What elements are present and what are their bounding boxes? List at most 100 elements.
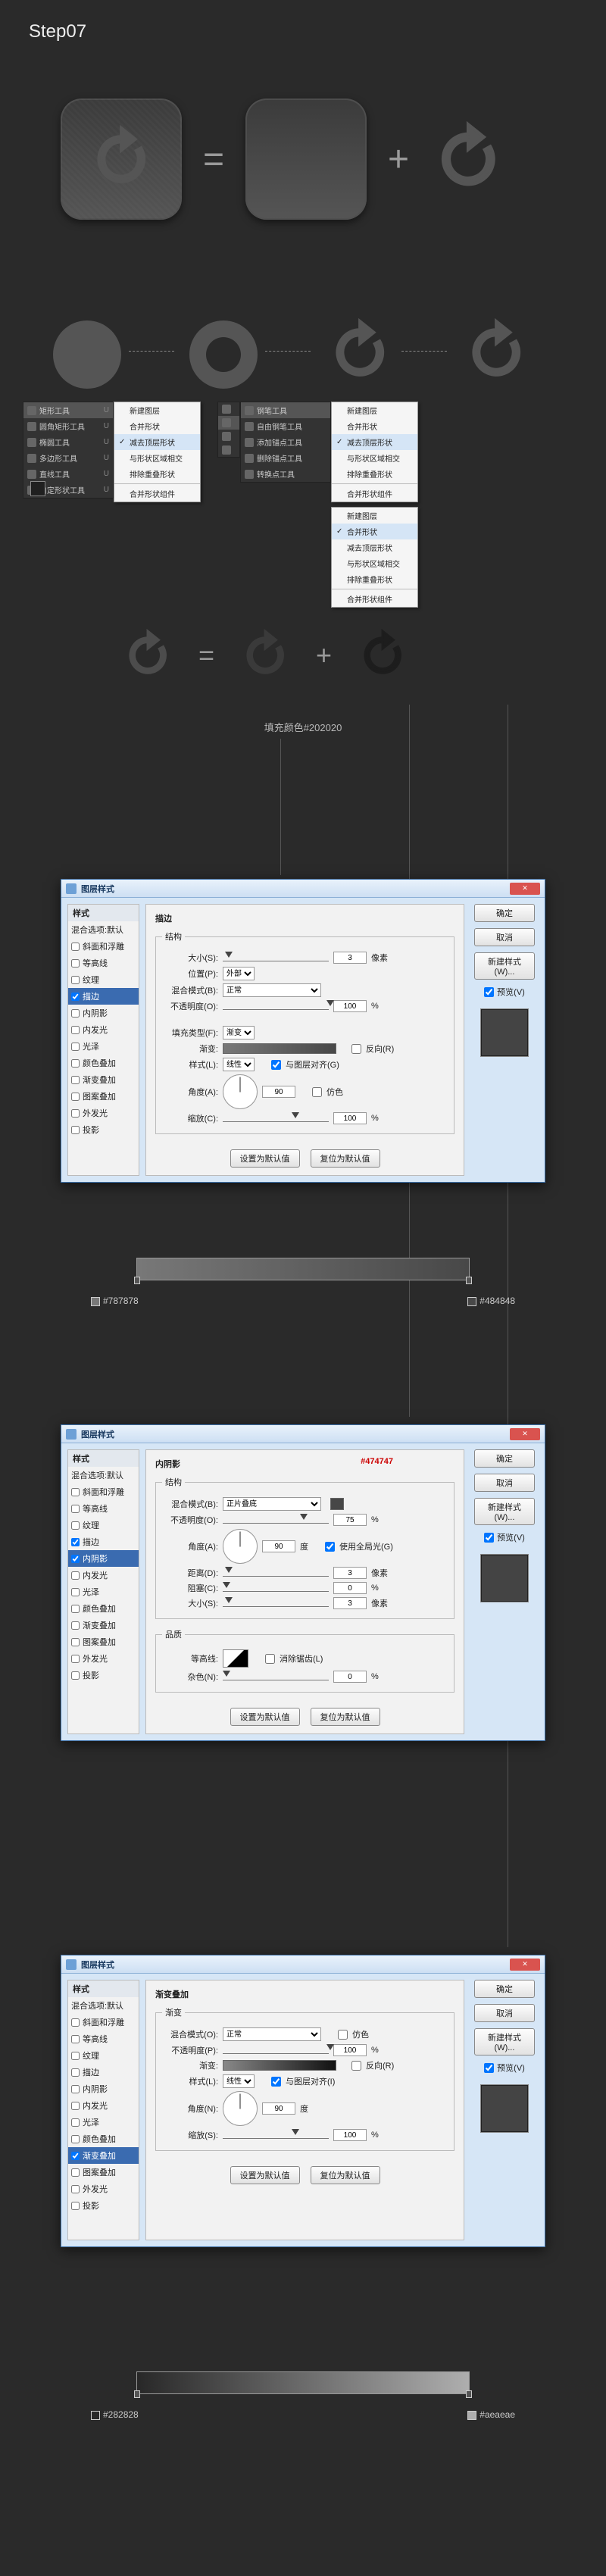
checkbox[interactable] <box>71 2135 80 2143</box>
menu-row[interactable]: 排除重叠形状 <box>332 466 417 482</box>
checkbox[interactable] <box>71 1588 80 1596</box>
style-item[interactable]: 混合选项:默认 <box>68 1467 139 1483</box>
checkbox[interactable] <box>71 1488 80 1496</box>
style-item[interactable]: 外发光 <box>68 2181 139 2197</box>
angle-dial[interactable] <box>223 1529 258 1564</box>
style-item[interactable]: 投影 <box>68 1121 139 1138</box>
style-item[interactable]: 颜色叠加 <box>68 1055 139 1071</box>
grad-style-select[interactable]: 线性 <box>223 2074 255 2088</box>
global-light-checkbox[interactable] <box>325 1542 335 1552</box>
checkbox[interactable] <box>71 1671 80 1680</box>
checkbox[interactable] <box>71 1009 80 1018</box>
cancel-button[interactable]: 取消 <box>474 928 535 946</box>
fill-type-select[interactable]: 渐变 <box>223 1026 255 1039</box>
checkbox[interactable] <box>71 1621 80 1630</box>
blend-select[interactable]: 正常 <box>223 983 321 997</box>
style-item[interactable]: 内阴影 <box>68 1550 139 1567</box>
style-item[interactable]: 内阴影 <box>68 2080 139 2097</box>
style-item[interactable]: 内阴影 <box>68 1005 139 1021</box>
checkbox[interactable] <box>71 1126 80 1134</box>
checkbox[interactable] <box>71 1538 80 1546</box>
style-item[interactable]: 等高线 <box>68 1500 139 1517</box>
size-slider[interactable] <box>223 954 329 961</box>
close-button[interactable]: ✕ <box>510 883 540 895</box>
opacity-slider[interactable] <box>223 1002 329 1010</box>
reset-default-button[interactable]: 复位为默认值 <box>311 1708 380 1726</box>
style-item[interactable]: 内发光 <box>68 2097 139 2114</box>
opacity-input[interactable] <box>333 1514 367 1526</box>
style-item[interactable]: 纹理 <box>68 1517 139 1533</box>
style-item[interactable]: 内发光 <box>68 1021 139 1038</box>
menu-row[interactable]: 合并形状组件 <box>332 486 417 502</box>
opacity-slider[interactable] <box>223 2046 329 2054</box>
style-item[interactable]: 纹理 <box>68 2047 139 2064</box>
shadow-color-swatch[interactable] <box>330 1498 344 1510</box>
new-style-button[interactable]: 新建样式(W)... <box>474 1498 535 1525</box>
tool-row[interactable]: 圆角矩形工具U <box>23 418 113 434</box>
style-item[interactable]: 图案叠加 <box>68 2164 139 2181</box>
style-item[interactable]: 投影 <box>68 2197 139 2214</box>
tool-row[interactable]: 直线工具U <box>23 466 113 482</box>
checkbox[interactable] <box>71 959 80 968</box>
style-item[interactable]: 纹理 <box>68 971 139 988</box>
blend-select[interactable]: 正片叠底 <box>223 1497 321 1511</box>
grad-style-select[interactable]: 线性 <box>223 1058 255 1071</box>
style-item[interactable]: 颜色叠加 <box>68 2131 139 2147</box>
angle-input[interactable] <box>262 1540 295 1552</box>
style-item[interactable]: 描边 <box>68 1533 139 1550</box>
titlebar[interactable]: 图层样式 ✕ <box>61 1425 545 1443</box>
angle-input[interactable] <box>262 2102 295 2115</box>
size-input[interactable] <box>333 952 367 964</box>
preview-checkbox[interactable] <box>484 1533 494 1543</box>
checkbox[interactable] <box>71 2152 80 2160</box>
checkbox[interactable] <box>71 1076 80 1084</box>
opacity-input[interactable] <box>333 1000 367 1012</box>
menu-row[interactable]: 合并形状 <box>114 418 200 434</box>
blend-select[interactable]: 正常 <box>223 2027 321 2041</box>
checkbox[interactable] <box>71 1109 80 1118</box>
ok-button[interactable]: 确定 <box>474 1449 535 1468</box>
tool-row[interactable]: 删除锚点工具 <box>241 450 330 466</box>
checkbox[interactable] <box>71 1521 80 1530</box>
style-item[interactable]: 描边 <box>68 2064 139 2080</box>
tool-icon[interactable] <box>218 402 239 416</box>
tool-row[interactable]: 自由钢笔工具 <box>241 418 330 434</box>
style-item[interactable]: 等高线 <box>68 955 139 971</box>
style-item[interactable]: 颜色叠加 <box>68 1600 139 1617</box>
checkbox[interactable] <box>71 1059 80 1068</box>
tool-row[interactable]: 多边形工具U <box>23 450 113 466</box>
scale-slider[interactable] <box>223 2131 329 2139</box>
align-checkbox[interactable] <box>271 2077 281 2087</box>
titlebar[interactable]: 图层样式 ✕ <box>61 880 545 898</box>
checkbox[interactable] <box>71 2052 80 2060</box>
menu-row[interactable]: 合并形状组件 <box>332 591 417 607</box>
distance-input[interactable] <box>333 1567 367 1579</box>
set-default-button[interactable]: 设置为默认值 <box>230 2166 300 2184</box>
style-item[interactable]: 光泽 <box>68 1038 139 1055</box>
checkbox[interactable] <box>71 1043 80 1051</box>
tool-row[interactable]: 转换点工具 <box>241 466 330 482</box>
antialias-checkbox[interactable] <box>265 1654 275 1664</box>
ok-button[interactable]: 确定 <box>474 904 535 922</box>
angle-dial[interactable] <box>223 1074 258 1109</box>
style-item[interactable]: 混合选项:默认 <box>68 921 139 938</box>
checkbox[interactable] <box>71 1638 80 1646</box>
menu-row[interactable]: ✓减去顶层形状 <box>114 434 200 450</box>
checkbox[interactable] <box>71 1505 80 1513</box>
checkbox[interactable] <box>71 1655 80 1663</box>
tool-icon[interactable] <box>218 430 239 443</box>
style-item[interactable]: 渐变叠加 <box>68 2147 139 2164</box>
opacity-input[interactable] <box>333 2044 367 2056</box>
reverse-checkbox[interactable] <box>351 1044 361 1054</box>
menu-row[interactable]: ✓减去顶层形状 <box>332 434 417 450</box>
checkbox[interactable] <box>71 2168 80 2177</box>
style-item[interactable]: 投影 <box>68 1667 139 1683</box>
reverse-checkbox[interactable] <box>351 2061 361 2071</box>
size-input[interactable] <box>333 1597 367 1609</box>
style-item[interactable]: 等高线 <box>68 2030 139 2047</box>
opacity-slider[interactable] <box>223 1516 329 1524</box>
close-button[interactable]: ✕ <box>510 1959 540 1971</box>
style-item[interactable]: 图案叠加 <box>68 1088 139 1105</box>
scale-slider[interactable] <box>223 1114 329 1122</box>
checkbox[interactable] <box>71 1026 80 1034</box>
